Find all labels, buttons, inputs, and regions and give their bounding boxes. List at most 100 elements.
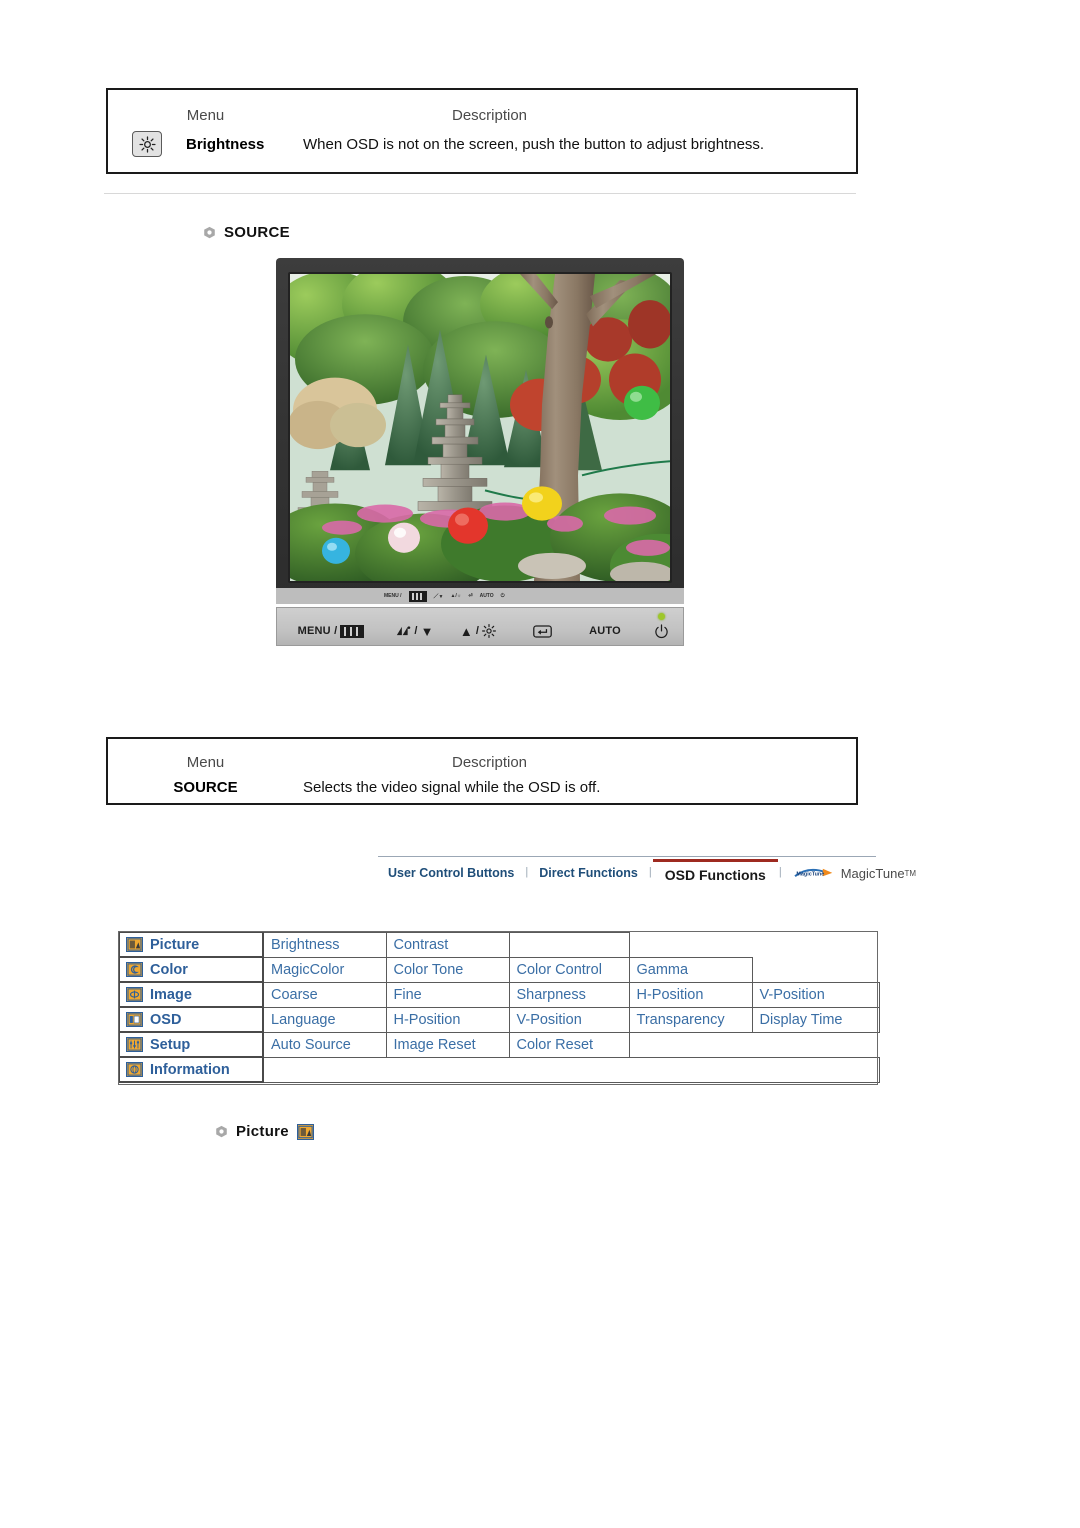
osd-category-information-label: Information [150, 1061, 230, 1078]
tab-magictune-tm: TM [904, 868, 917, 878]
osd-item-magiccolor[interactable]: MagicColor [262, 956, 387, 983]
osd-category-color[interactable]: Color [118, 956, 264, 983]
osd-item-osd-v-position[interactable]: V-Position [508, 1006, 630, 1033]
tab-direct-functions-label: Direct Functions [539, 866, 638, 880]
monitor-auto-button[interactable]: AUTO [573, 625, 637, 637]
osd-item-fine[interactable]: Fine [385, 981, 510, 1008]
table-row: OSD Language H-Position V-Position Trans… [118, 1006, 880, 1033]
monitor-magicbright-down-button[interactable]: / ▼ [385, 625, 445, 638]
osd-category-setup[interactable]: Setup [118, 1031, 264, 1058]
osd-category-picture[interactable]: Picture [118, 931, 264, 958]
source-table-header-description: Description [451, 754, 528, 771]
monitor-power-button[interactable] [637, 623, 685, 639]
osd-item-language[interactable]: Language [262, 1006, 387, 1033]
hex-bullet-icon [204, 226, 215, 239]
osd-category-image[interactable]: Image [118, 981, 264, 1008]
monitor-screen-photo [290, 274, 670, 581]
source-menu-label: SOURCE [173, 778, 238, 796]
osd-icon [126, 1012, 143, 1027]
color-icon [126, 962, 143, 977]
brightness-icon-cell [108, 131, 186, 157]
table-row: Image Coarse Fine Sharpness H-Position V… [118, 981, 880, 1008]
tab-user-control-buttons[interactable]: User Control Buttons [378, 859, 524, 887]
enter-source-icon [532, 624, 552, 638]
monitor-inner-frame [288, 272, 672, 583]
magictune-logo-icon: MagicTune [793, 867, 835, 880]
monitor-menu-button[interactable]: MENU / [277, 624, 385, 638]
monitor-illustration: MENU / ／▼ ▲/☼ ⏎ AUTO ⏻ MENU / / ▼ ▲ / AU… [276, 258, 684, 646]
function-tabs: User Control Buttons | Direct Functions … [378, 856, 916, 887]
osd-functions-table: Picture Brightness Contrast Color MagicC… [118, 931, 880, 1083]
brightness-table-header-menu: Menu [186, 107, 225, 124]
osd-item-osd-h-position[interactable]: H-Position [385, 1006, 510, 1033]
mini-auto-label: AUTO [479, 593, 494, 599]
monitor-up-brightness-button[interactable]: ▲ / [445, 624, 511, 638]
osd-blank-cell-r5c6 [752, 1032, 879, 1057]
information-icon [126, 1062, 143, 1077]
monitor-strip-mini-labels: MENU / ／▼ ▲/☼ ⏎ AUTO ⏻ [384, 590, 634, 602]
picture-icon [296, 1123, 314, 1140]
osd-item-color-control[interactable]: Color Control [508, 956, 630, 983]
brightness-sun-icon [132, 131, 162, 157]
osd-item-display-time[interactable]: Display Time [751, 1006, 880, 1033]
monitor-bezel [276, 258, 684, 595]
monitor-auto-label: AUTO [589, 625, 621, 637]
picture-icon [126, 937, 143, 952]
section-divider-rule [104, 193, 856, 194]
source-table-header: Menu Description [108, 739, 856, 771]
osd-item-sharpness[interactable]: Sharpness [508, 981, 630, 1008]
osd-item-image-v-position[interactable]: V-Position [751, 981, 880, 1008]
mini-enter-icon: ⏎ [468, 593, 473, 599]
picture-heading-text: Picture [236, 1123, 289, 1140]
tab-osd-functions-label: OSD Functions [664, 866, 766, 883]
table-row: Information [118, 1056, 880, 1083]
osd-item-brightness[interactable]: Brightness [262, 931, 387, 958]
monitor-button-strip-small: MENU / ／▼ ▲/☼ ⏎ AUTO ⏻ [276, 588, 684, 604]
monitor-slash-2: / [475, 625, 480, 637]
hex-bullet-icon [216, 1125, 227, 1138]
monitor-slash-1: / [414, 625, 418, 637]
osd-item-image-h-position[interactable]: H-Position [628, 981, 753, 1008]
osd-category-osd[interactable]: OSD [118, 1006, 264, 1033]
monitor-buttons-row: MENU / / ▼ ▲ / AUTO [277, 618, 685, 644]
osd-category-information[interactable]: Information [118, 1056, 264, 1083]
osd-item-contrast[interactable]: Contrast [385, 931, 510, 958]
osd-category-color-label: Color [150, 961, 188, 978]
brightness-table-row: Brightness When OSD is not on the screen… [108, 124, 856, 164]
tab-direct-functions[interactable]: Direct Functions [529, 859, 648, 887]
osd-empty-cell-information-row [262, 1056, 880, 1083]
table-row: Setup Auto Source Image Reset Color Rese… [118, 1031, 879, 1058]
monitor-menu-label: MENU / [297, 625, 338, 637]
osd-item-color-tone[interactable]: Color Tone [385, 956, 510, 983]
monitor-enter-source-button[interactable] [511, 624, 573, 638]
tab-user-control-buttons-label: User Control Buttons [388, 866, 515, 880]
mini-up-label: ▲/☼ [450, 593, 462, 599]
up-arrow-icon: ▲ [459, 623, 473, 639]
tab-magictune-label: MagicTune [840, 865, 905, 881]
osd-blank-cell-r2c6 [752, 957, 879, 982]
osd-blank-cell-r1c5 [629, 932, 752, 957]
brightness-menu-label: Brightness [186, 135, 265, 153]
brightness-table-header: Menu Description [108, 90, 856, 124]
source-section-heading: SOURCE [203, 224, 290, 241]
osd-item-gamma[interactable]: Gamma [628, 956, 753, 983]
osd-item-color-reset[interactable]: Color Reset [508, 1031, 630, 1058]
osd-item-transparency[interactable]: Transparency [628, 1006, 753, 1033]
tab-magictune[interactable]: MagicTune MagicTune TM [783, 859, 926, 887]
menu-bars-icon [340, 624, 365, 638]
tab-osd-functions[interactable]: OSD Functions [652, 859, 778, 887]
osd-blank-cell-r5c5 [629, 1032, 752, 1057]
osd-item-auto-source[interactable]: Auto Source [262, 1031, 387, 1058]
power-icon [654, 623, 668, 638]
table-row: Color MagicColor Color Tone Color Contro… [118, 956, 879, 983]
source-info-table: Menu Description SOURCE Selects the vide… [106, 737, 858, 805]
svg-text:MagicTune: MagicTune [796, 871, 824, 877]
osd-item-image-reset[interactable]: Image Reset [385, 1031, 510, 1058]
setup-icon [126, 1037, 143, 1052]
osd-category-setup-label: Setup [150, 1036, 191, 1053]
osd-item-coarse[interactable]: Coarse [262, 981, 387, 1008]
brightness-info-table: Menu Description Brightness When OSD is … [106, 88, 858, 174]
source-heading-text: SOURCE [224, 224, 290, 241]
table-row: Picture Brightness Contrast [118, 931, 879, 958]
osd-category-picture-label: Picture [150, 936, 200, 953]
